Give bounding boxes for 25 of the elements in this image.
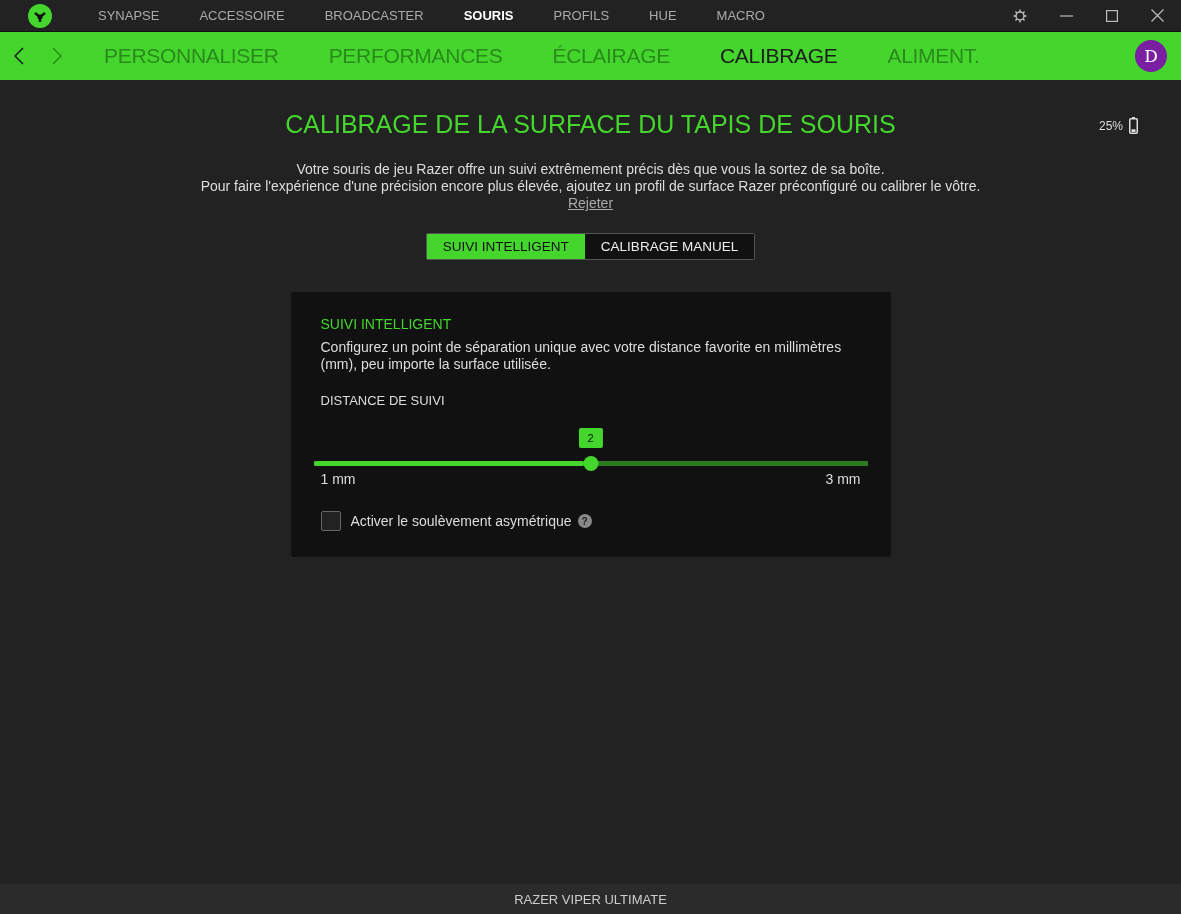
nav-tab[interactable]: HUE bbox=[629, 8, 697, 23]
slider-max-label: 3 mm bbox=[825, 471, 861, 487]
nav-tab[interactable]: ACCESSOIRE bbox=[179, 8, 305, 23]
intro-text: Pour faire l'expérience d'une précision encore plus élevée, ajoutez un profil de surface Razer préconfiguré ou calibrer le vôtre. bbox=[200, 178, 981, 195]
battery-reading: 25% bbox=[1098, 118, 1123, 133]
nav-tab[interactable]: MACRO bbox=[696, 8, 785, 23]
device-name: RAZER VIPER ULTIMATE bbox=[0, 884, 1181, 914]
nav-tab[interactable]: SOURIS bbox=[443, 8, 534, 23]
nav-tab[interactable]: PROFILS bbox=[533, 8, 630, 23]
page-title: CALIBRAGE DE LA SURFACE DU TAPIS DE SOURIS bbox=[285, 110, 896, 139]
slider-min-label: 1 mm bbox=[320, 471, 356, 487]
user-avatar[interactable]: D bbox=[1135, 40, 1167, 72]
nav-tab[interactable]: BROADCASTER bbox=[304, 8, 444, 23]
mode-tab[interactable]: SUIVI INTELLIGENT bbox=[426, 234, 585, 259]
help-icon[interactable]: ? bbox=[577, 514, 592, 528]
card-description: Configurez un point de séparation unique avec votre distance favorite en millimètres (mm), peu importe la surface utilisée. bbox=[320, 339, 843, 373]
card-heading: SUIVI INTELLIGENT bbox=[320, 316, 453, 332]
intro-text: Votre souris de jeu Razer offre un suivi extrêmement précis dès que vous la sortez de sa boîte. bbox=[296, 161, 885, 178]
section-tab[interactable]: CALIBRAGE bbox=[719, 44, 838, 68]
checkbox-label: Activer le soulèvement asymétrique bbox=[350, 513, 572, 529]
slider-label: DISTANCE DE SUIVI bbox=[320, 393, 446, 408]
dismiss-link[interactable]: Rejeter bbox=[567, 195, 614, 212]
nav-tab[interactable]: SYNAPSE bbox=[78, 8, 180, 23]
mode-tab[interactable]: CALIBRAGE MANUEL bbox=[584, 234, 755, 259]
slider-value-badge: 2 bbox=[578, 428, 603, 448]
